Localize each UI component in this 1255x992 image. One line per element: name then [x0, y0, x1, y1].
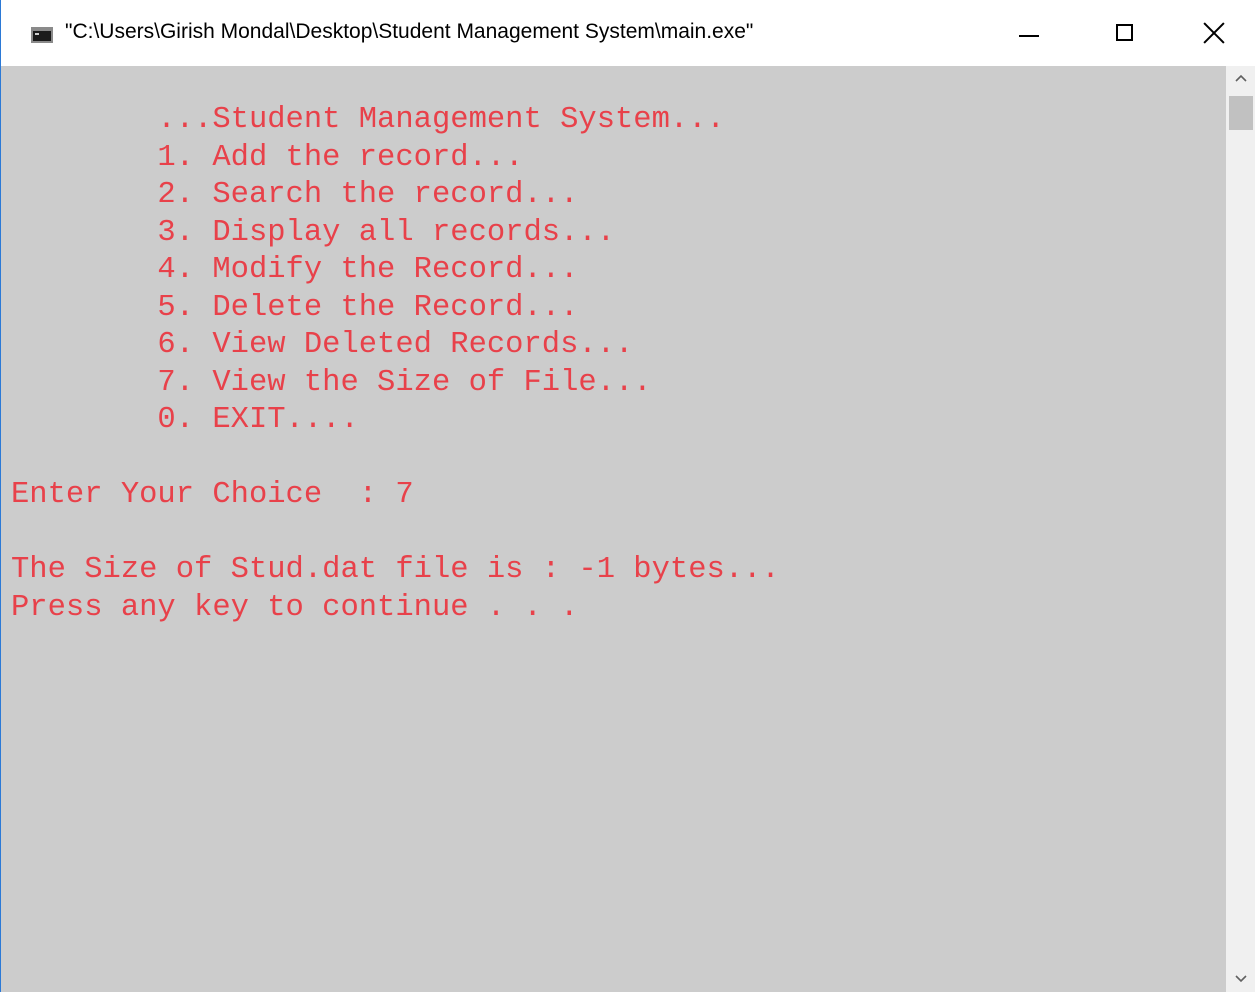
console-line-blank — [11, 515, 780, 553]
console-line-option-3: 3. Display all records... — [11, 215, 615, 250]
scroll-down-button[interactable] — [1226, 966, 1255, 992]
chevron-up-icon — [1235, 74, 1247, 82]
console-line-option-4: 4. Modify the Record... — [11, 253, 579, 287]
console-line-continue-prompt: Press any key to continue . . . — [11, 590, 579, 625]
console-line-menu-title: ...Student Management System... — [11, 103, 725, 137]
title-bar[interactable]: "C:\Users\Girish Mondal\Desktop\Student … — [1, 0, 1255, 66]
close-icon — [1203, 22, 1225, 44]
minimize-icon — [1019, 35, 1039, 37]
console-line-file-size: The Size of Stud.dat file is : -1 bytes.… — [11, 553, 780, 587]
maximize-button[interactable] — [1085, 0, 1165, 66]
console-line-option-2: 2. Search the record... — [11, 178, 579, 212]
console-line-option-5: 5. Delete the Record... — [11, 290, 579, 325]
console-line-option-1: 1. Add the record... — [11, 140, 524, 175]
console-line-choice-prompt: Enter Your Choice : 7 — [11, 478, 414, 512]
maximize-icon — [1116, 24, 1133, 41]
close-button[interactable] — [1177, 0, 1255, 66]
console-text: ...Student Management System... 1. Add t… — [11, 102, 780, 627]
console-window: "C:\Users\Girish Mondal\Desktop\Student … — [0, 0, 1255, 992]
scroll-up-button[interactable] — [1226, 66, 1255, 92]
console-line-option-7: 7. View the Size of File... — [11, 365, 652, 400]
console-app-icon[interactable] — [31, 27, 53, 43]
scrollbar-thumb[interactable] — [1229, 96, 1253, 130]
window-title: "C:\Users\Girish Mondal\Desktop\Student … — [65, 20, 754, 43]
console-line-option-0: 0. EXIT.... — [11, 403, 359, 437]
vertical-scrollbar[interactable] — [1226, 66, 1255, 992]
console-line-blank — [11, 440, 780, 478]
chevron-down-icon — [1235, 975, 1247, 983]
console-output-area[interactable]: ...Student Management System... 1. Add t… — [1, 66, 1226, 992]
minimize-button[interactable] — [989, 0, 1069, 66]
console-line-option-6: 6. View Deleted Records... — [11, 328, 634, 362]
